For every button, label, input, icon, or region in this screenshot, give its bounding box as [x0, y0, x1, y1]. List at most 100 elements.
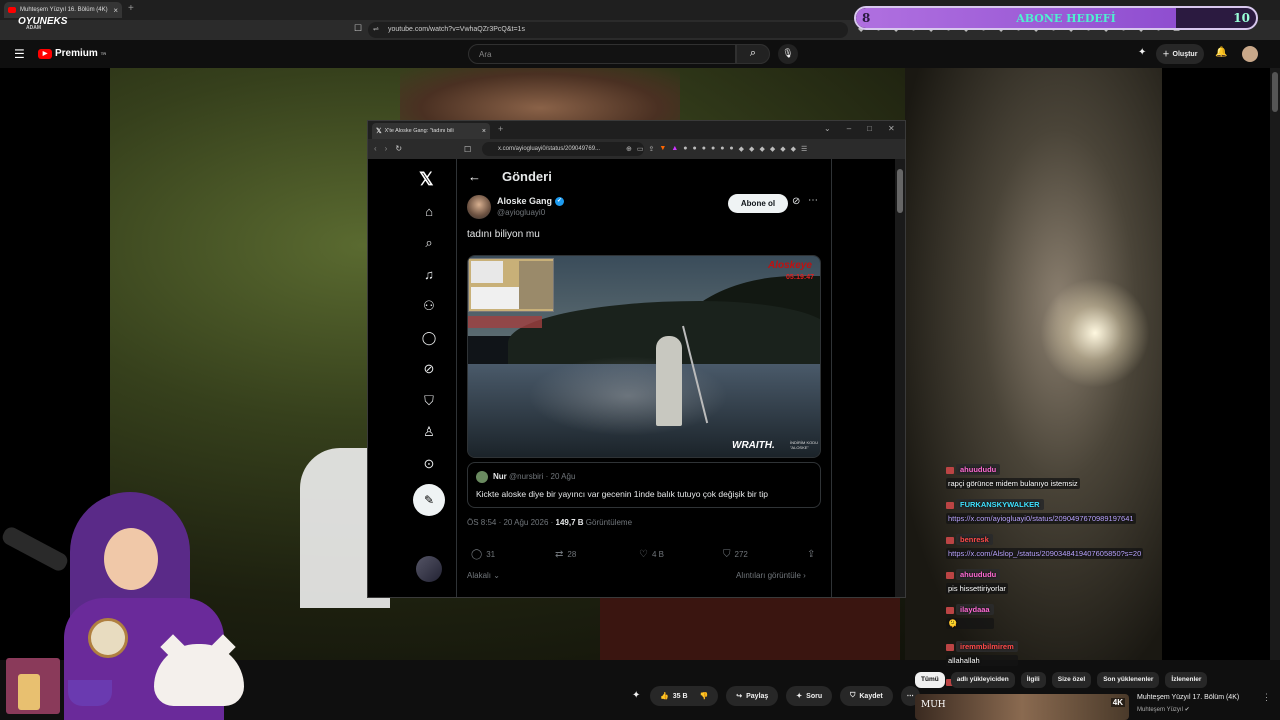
- hamburger-menu-icon[interactable]: ☰: [14, 47, 25, 61]
- like-button[interactable]: ♡ 4 B: [639, 549, 664, 560]
- post-video[interactable]: Aloskeye 05:19:47 WRAITH. İNDİRİM KODU "…: [467, 255, 821, 458]
- notifications-bell-icon[interactable]: 🔔: [1215, 47, 1227, 58]
- recommended-video[interactable]: MUH 4K: [915, 694, 1135, 720]
- maximize-icon[interactable]: □: [867, 124, 872, 133]
- menu-icon[interactable]: ☰: [801, 145, 807, 153]
- inner-url-bar[interactable]: x.com/ayiogluayi0/status/209049769...: [482, 142, 644, 156]
- extension-icon[interactable]: ◆: [749, 145, 754, 153]
- reply-button[interactable]: ◯ 31: [471, 549, 495, 560]
- view-quotes-link[interactable]: Alıntıları görüntüle ›: [736, 571, 806, 580]
- microphone-icon[interactable]: 🎙: [778, 44, 798, 64]
- chat-username[interactable]: ahuududu: [956, 464, 1001, 475]
- follow-icon[interactable]: ⚇: [421, 298, 437, 314]
- ask-button[interactable]: ✦ Soru: [786, 686, 833, 706]
- back-icon[interactable]: ‹: [374, 144, 377, 153]
- chat-username[interactable]: ilaydaaa: [956, 604, 994, 615]
- extension-icon[interactable]: ●: [720, 145, 724, 153]
- author-avatar[interactable]: [467, 195, 491, 219]
- chat-link[interactable]: https://x.com/Alslop_/status/20903484194…: [946, 548, 1144, 559]
- repost-button[interactable]: ⇄ 28: [555, 549, 576, 560]
- more-circle-icon[interactable]: ⊙: [421, 456, 437, 472]
- subscribe-button[interactable]: Abone ol: [728, 194, 788, 213]
- chat-username[interactable]: benresk: [956, 534, 993, 545]
- extension-puzzle-icon[interactable]: ✦: [1138, 47, 1146, 58]
- reload-icon[interactable]: ↻: [395, 144, 402, 153]
- extension-icon[interactable]: ●: [729, 145, 733, 153]
- grok-explain-icon[interactable]: ⊘: [792, 196, 800, 207]
- search-icon[interactable]: ⌕: [736, 44, 770, 64]
- x-logo-icon[interactable]: 𝕏: [419, 169, 434, 190]
- grok-icon[interactable]: ⊘: [421, 361, 437, 377]
- filter-chip[interactable]: Size özel: [1051, 672, 1092, 688]
- share-icon[interactable]: ⇪: [649, 145, 655, 153]
- inner-tab-x[interactable]: 𝕏 X'te Aloske Gang: "tadını bili ×: [372, 123, 490, 139]
- extension-icon[interactable]: ◆: [770, 145, 775, 153]
- chat-username[interactable]: FURKANSKYWALKER: [956, 499, 1044, 510]
- extension-icon[interactable]: ●: [711, 145, 715, 153]
- account-avatar[interactable]: [416, 556, 442, 582]
- home-icon[interactable]: ⌂: [421, 204, 437, 220]
- notifications-icon[interactable]: ♫: [421, 267, 437, 283]
- close-window-icon[interactable]: ✕: [888, 124, 895, 133]
- site-info-icon[interactable]: ⇌: [373, 25, 379, 33]
- explore-search-icon[interactable]: ⌕: [421, 235, 437, 251]
- brave-shield-icon[interactable]: ▼: [659, 145, 666, 153]
- page-scrollbar[interactable]: [1270, 68, 1280, 660]
- extension-icon[interactable]: ✦: [632, 690, 640, 701]
- filter-chip[interactable]: Tümü: [915, 672, 945, 688]
- rewards-icon[interactable]: ▲: [671, 145, 678, 153]
- forward-icon[interactable]: ›: [385, 144, 388, 153]
- bookmark-icon[interactable]: ☐: [354, 23, 362, 34]
- inner-scrollbar-thumb[interactable]: [897, 169, 903, 213]
- more-options-icon[interactable]: ⋯: [808, 195, 818, 206]
- extension-icon[interactable]: ◆: [780, 145, 785, 153]
- like-button[interactable]: 👍 35 B 👎: [650, 686, 719, 706]
- new-tab-button[interactable]: +: [498, 124, 503, 134]
- sort-replies-dropdown[interactable]: Alakalı ⌄: [467, 571, 500, 580]
- extension-icon[interactable]: ◆: [759, 145, 764, 153]
- outer-url-bar[interactable]: youtube.com/watch?v=VwhaQZr3PcQ&t=1s: [368, 22, 848, 38]
- create-button[interactable]: ＋ Oluştur: [1156, 44, 1204, 64]
- page-scrollbar-thumb[interactable]: [1272, 72, 1278, 112]
- save-button[interactable]: ⛉ Kaydet: [840, 686, 893, 706]
- cast-icon[interactable]: ▭: [637, 145, 644, 153]
- extension-icon[interactable]: ◆: [791, 145, 796, 153]
- close-tab-icon[interactable]: ×: [482, 128, 486, 135]
- dislike-icon[interactable]: 👎: [700, 692, 709, 700]
- share-button[interactable]: ⇪: [807, 549, 815, 560]
- chat-link[interactable]: https://x.com/ayiogluayi0/status/2090497…: [946, 513, 1136, 524]
- extension-icon[interactable]: ●: [683, 145, 687, 153]
- chevron-down-icon[interactable]: ⌄: [824, 124, 831, 133]
- bookmark-button[interactable]: ⛉ 272: [723, 549, 748, 560]
- inner-browser-window[interactable]: 𝕏 X'te Aloske Gang: "tadını bili × + ⌄ –…: [367, 120, 906, 598]
- zoom-icon[interactable]: ⊕: [626, 145, 632, 153]
- inner-scrollbar[interactable]: [895, 159, 905, 597]
- account-avatar[interactable]: [1242, 46, 1258, 62]
- youtube-logo[interactable]: ▶ Premium TR: [38, 48, 106, 59]
- quoted-post[interactable]: Nur @nursbiri · 20 Ağu Kickte aloske diy…: [467, 462, 821, 508]
- more-options-icon[interactable]: ⋮: [1262, 692, 1271, 703]
- messages-icon[interactable]: ◯: [421, 330, 437, 346]
- extension-icon[interactable]: ◆: [739, 145, 744, 153]
- author-handle[interactable]: @ayiogluayi0: [497, 208, 545, 217]
- chat-username[interactable]: ahuududu: [956, 569, 1001, 580]
- extension-icon[interactable]: ●: [702, 145, 706, 153]
- filter-chip[interactable]: adlı yükleyiciden: [950, 672, 1015, 688]
- share-button[interactable]: ↪ Paylaş: [726, 686, 779, 706]
- recommended-thumbnail[interactable]: MUH 4K: [915, 694, 1129, 720]
- filter-chip[interactable]: Son yüklenenler: [1097, 672, 1160, 688]
- extension-icon[interactable]: ●: [692, 145, 696, 153]
- minimize-icon[interactable]: –: [847, 124, 851, 133]
- chat-username[interactable]: iremmbilmirem: [956, 641, 1018, 652]
- recommended-title[interactable]: Muhteşem Yüzyıl 17. Bölüm (4K): [1137, 694, 1277, 701]
- new-tab-button[interactable]: +: [128, 3, 134, 14]
- compose-post-icon[interactable]: ✎: [413, 484, 445, 516]
- profile-icon[interactable]: ♙: [421, 424, 437, 440]
- author-name-row[interactable]: Aloske Gang ✓: [497, 196, 565, 206]
- close-tab-icon[interactable]: ×: [113, 6, 118, 15]
- recommended-channel[interactable]: Muhteşem Yüzyıl ✔: [1137, 706, 1190, 713]
- bookmarks-icon[interactable]: ⛉: [421, 393, 437, 409]
- search-input[interactable]: Ara: [468, 44, 736, 64]
- filter-chip[interactable]: İlgili: [1020, 672, 1046, 688]
- back-arrow-icon[interactable]: ←: [468, 169, 481, 184]
